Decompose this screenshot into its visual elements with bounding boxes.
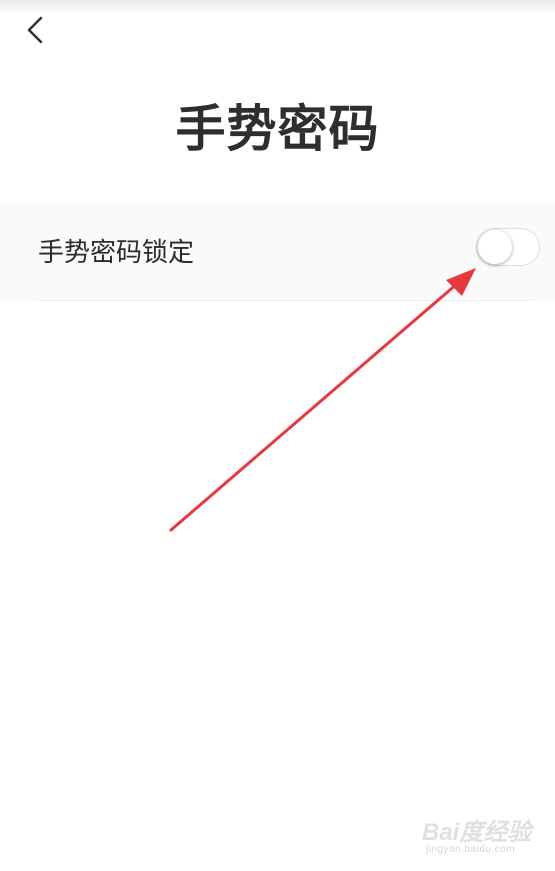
row-divider — [38, 300, 533, 301]
watermark-url: jingyan.baidu.com — [426, 844, 516, 855]
watermark: Bai度经验 jingyan.baidu.com — [422, 812, 540, 862]
status-bar-shade — [0, 0, 555, 14]
setting-label: 手势密码锁定 — [38, 238, 195, 268]
setting-row-gesture-lock: 手势密码锁定 — [0, 203, 555, 301]
gesture-lock-toggle[interactable] — [476, 228, 540, 266]
toggle-knob — [478, 230, 512, 264]
page-title: 手势密码 — [175, 100, 380, 158]
watermark-brand: Bai度经验 — [422, 819, 532, 846]
back-button[interactable] — [18, 12, 52, 52]
chevron-left-icon — [25, 15, 45, 49]
